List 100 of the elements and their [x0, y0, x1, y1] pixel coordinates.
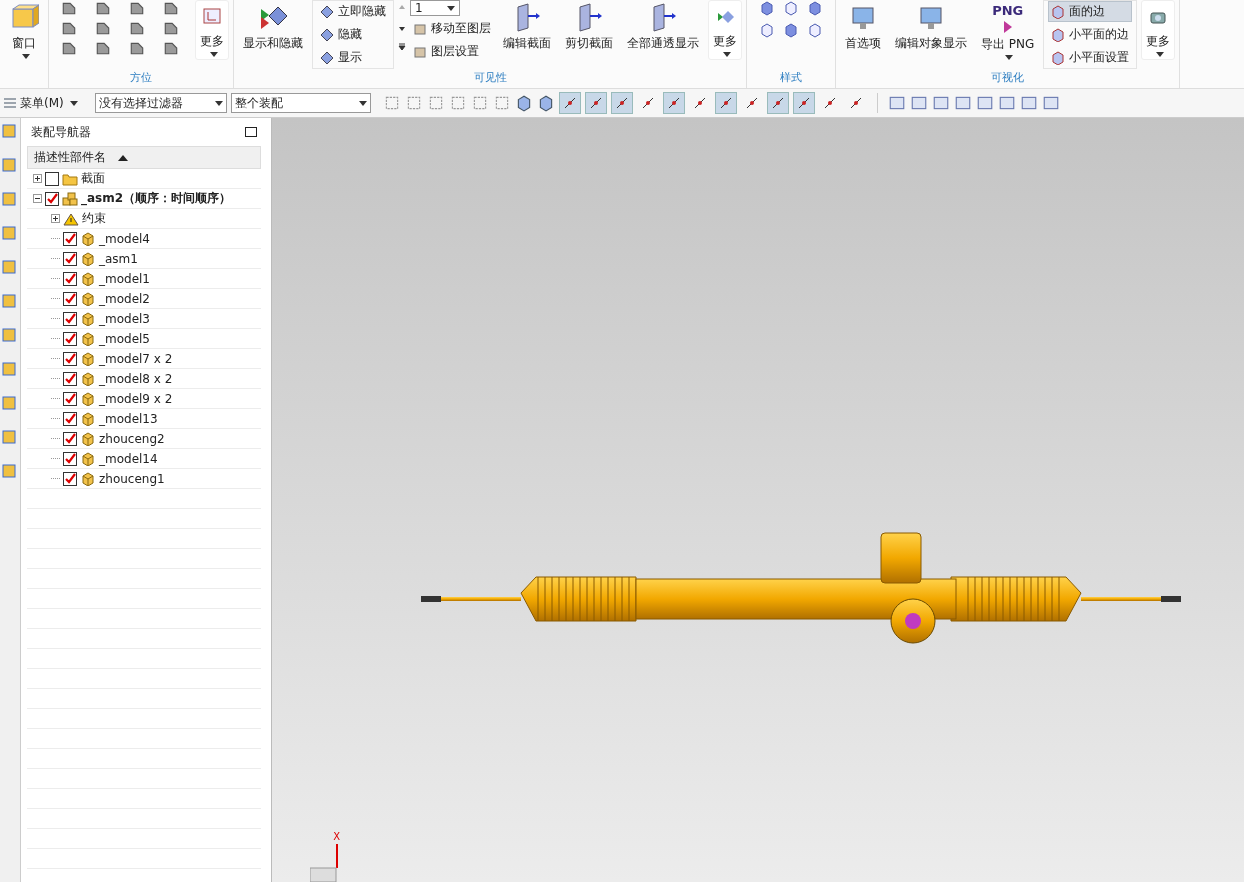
view-tool-icon[interactable]	[931, 94, 950, 112]
layers-icon	[413, 44, 427, 59]
more-button[interactable]: 更多	[1141, 0, 1176, 60]
show-hide-button[interactable]: 显示和隐藏	[238, 0, 308, 55]
tree-item-label[interactable]: zhouceng2	[99, 431, 165, 446]
edge-option-button[interactable]: 小平面的边	[1048, 24, 1133, 45]
snap-toggle-button[interactable]	[558, 92, 581, 114]
cube-icon	[80, 251, 96, 266]
axes-icon	[202, 7, 222, 27]
edge-option-button[interactable]: 小平面设置	[1048, 47, 1133, 68]
snap-toggle-button[interactable]	[792, 92, 815, 114]
list-item[interactable]: 立即隐藏	[317, 1, 389, 22]
more-button[interactable]: 更多	[195, 0, 229, 60]
caret-icon	[1005, 55, 1014, 60]
caret-icon	[69, 100, 78, 106]
layers-icon	[413, 21, 427, 36]
tree-item-label[interactable]: _model7 x 2	[99, 351, 173, 366]
checkbox[interactable]	[63, 451, 77, 466]
checkbox[interactable]	[63, 471, 77, 486]
assembly-scope-dropdown[interactable]: 整个装配	[230, 93, 371, 113]
view-tool-icon[interactable]	[887, 94, 906, 112]
tree-item-label[interactable]: _model4	[99, 231, 150, 246]
tree-item-label[interactable]: _model5	[99, 331, 150, 346]
maximize-icon[interactable]	[245, 127, 257, 137]
tree-item-label[interactable]: 截面	[81, 170, 105, 187]
layer-action-button[interactable]: 移动至图层	[410, 18, 494, 39]
checkbox[interactable]	[63, 291, 77, 306]
view-tool-icon[interactable]	[997, 94, 1016, 112]
snap-toggle-button[interactable]	[610, 92, 633, 114]
caret-icon	[722, 52, 731, 57]
section-button[interactable]: 剪切截面	[560, 0, 618, 55]
tree-item-label[interactable]: _asm2（顺序：时间顺序）	[81, 190, 232, 207]
cube-icon	[80, 231, 96, 246]
checkbox[interactable]	[63, 311, 77, 326]
checkbox[interactable]	[45, 191, 59, 206]
tree-item-label[interactable]: _model3	[99, 311, 150, 326]
tree-item-label[interactable]: _model2	[99, 291, 150, 306]
view-tool-icon[interactable]	[953, 94, 972, 112]
snap-toggle-button[interactable]	[714, 92, 737, 114]
view-tool-icon[interactable]	[1041, 94, 1060, 112]
snap-toggle-button[interactable]	[662, 92, 685, 114]
tree-item-label[interactable]: _model1	[99, 271, 150, 286]
section-button[interactable]: 全部通透显示	[622, 0, 704, 55]
expand-toggle[interactable]	[33, 194, 42, 203]
column-header[interactable]: 描述性部件名	[27, 146, 261, 169]
group-label: 可视化	[990, 70, 1026, 86]
checkbox[interactable]	[63, 331, 77, 346]
checkbox[interactable]	[63, 411, 77, 426]
sort-arrow-icon	[118, 154, 128, 161]
tree-item-label[interactable]: zhouceng1	[99, 471, 165, 486]
checkbox[interactable]	[63, 371, 77, 386]
cube-icon	[80, 451, 96, 466]
cube-icon	[1051, 4, 1066, 19]
view-tool-icon[interactable]	[909, 94, 928, 112]
diamond-icon	[320, 50, 334, 65]
checkbox[interactable]	[63, 251, 77, 266]
edge-option-button[interactable]: 面的边	[1048, 1, 1133, 22]
tree-item-label[interactable]: _model9 x 2	[99, 391, 173, 406]
warning-icon	[63, 211, 79, 226]
cube-icon	[80, 311, 96, 326]
expand-toggle[interactable]	[51, 214, 60, 223]
cube-icon	[80, 331, 96, 346]
snap-toggle-button[interactable]	[584, 92, 607, 114]
list-item[interactable]: 隐藏	[317, 24, 389, 45]
cube-icon	[80, 351, 96, 366]
window-button[interactable]: 窗口	[4, 0, 44, 62]
list-item[interactable]: 显示	[317, 47, 389, 68]
tree-item-label[interactable]: _asm1	[99, 251, 138, 266]
cube-icon	[80, 411, 96, 426]
folder-icon	[62, 171, 78, 186]
selection-filter-dropdown[interactable]: 没有选择过滤器	[94, 93, 227, 113]
view-tool-icon[interactable]	[975, 94, 994, 112]
export-png-button[interactable]: PNG 导出 PNG	[976, 0, 1040, 63]
checkbox[interactable]	[63, 231, 77, 246]
navigator-title: 装配导航器	[31, 123, 91, 141]
checkbox[interactable]	[63, 351, 77, 366]
tree-item-label[interactable]: _model14	[99, 451, 158, 466]
section-button[interactable]: 编辑截面	[498, 0, 556, 55]
display-button[interactable]: 首选项	[840, 0, 886, 55]
menu-button[interactable]: 菜单(M)	[2, 93, 79, 113]
tree-item-label[interactable]: _model8 x 2	[99, 371, 173, 386]
cube-icon	[1051, 50, 1066, 65]
view-tool-icon[interactable]	[1019, 94, 1038, 112]
tree-item-label[interactable]: _model13	[99, 411, 158, 426]
more-button[interactable]: 更多	[708, 0, 742, 60]
cube-icon	[80, 271, 96, 286]
tree-item-label[interactable]: 约束	[82, 210, 106, 227]
snap-toggle-button[interactable]	[766, 92, 789, 114]
checkbox[interactable]	[45, 171, 59, 186]
diamond-icon	[320, 27, 334, 42]
menu-icon	[3, 96, 17, 110]
checkbox[interactable]	[63, 391, 77, 406]
checkbox[interactable]	[63, 431, 77, 446]
layer-dropdown[interactable]: 1	[410, 0, 460, 16]
checkbox[interactable]	[63, 271, 77, 286]
layer-action-button[interactable]: 图层设置	[410, 41, 494, 62]
expand-toggle[interactable]	[33, 174, 42, 183]
caret-icon	[21, 54, 30, 59]
play-icon	[1002, 20, 1013, 34]
display-button[interactable]: 编辑对象显示	[890, 0, 972, 55]
